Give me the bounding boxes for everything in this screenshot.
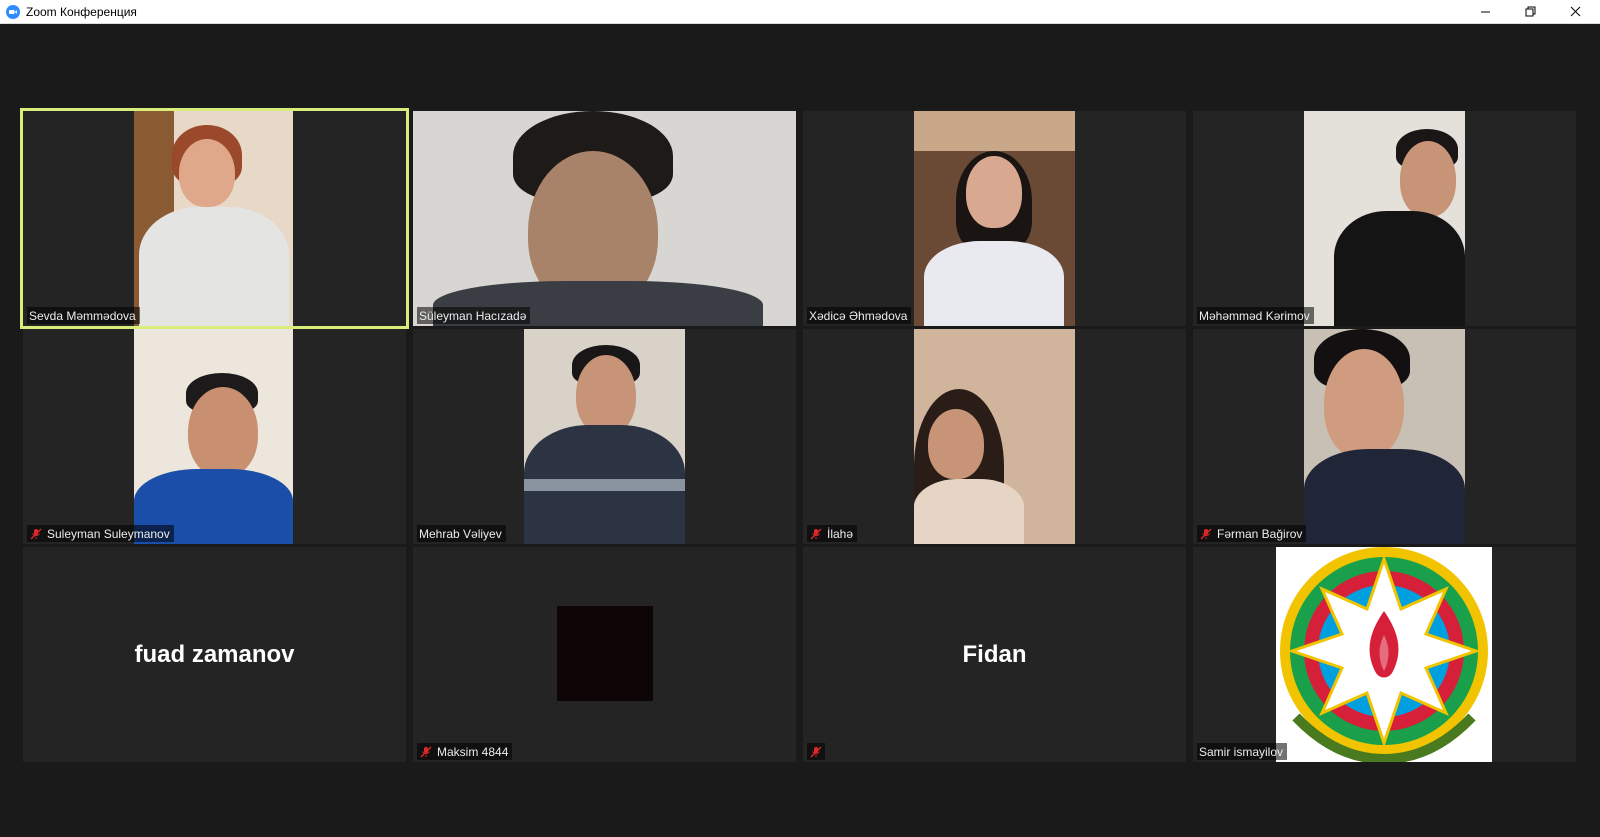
participant-name-label: Suleyman Suleymanov [27, 525, 174, 542]
participant-video [1276, 547, 1492, 762]
participant-name-label: Süleyman Hacızadə [417, 307, 531, 324]
participant-name-label: Samir ismayilov [1197, 743, 1288, 760]
participant-name-label: Sevda Məmmədova [27, 307, 140, 324]
zoom-logo-icon [6, 4, 20, 19]
participant-tile[interactable]: Fidan [803, 547, 1186, 762]
close-button[interactable] [1552, 0, 1598, 23]
restore-button[interactable] [1507, 0, 1553, 23]
participant-tile[interactable]: Xədicə Əhmədova [803, 111, 1186, 326]
participant-name-label: Məhəmməd Kərimov [1197, 307, 1314, 324]
participant-tile[interactable]: Süleyman Hacızadə [413, 111, 796, 326]
participant-tile[interactable]: Maksim 4844 [413, 547, 796, 762]
window-title: Zoom Конференция [26, 4, 137, 19]
participant-video [914, 329, 1075, 544]
participant-name-label: Mehrab Vəliyev [417, 525, 506, 542]
participant-tile[interactable]: Samir ismayilov [1193, 547, 1576, 762]
participant-tile[interactable]: Mehrab Vəliyev [413, 329, 796, 544]
close-icon [1570, 6, 1580, 17]
participant-name-label [807, 743, 825, 760]
gallery-view: Sevda Məmmədova Süleyman Hacızadə Xədicə… [0, 24, 1600, 837]
participant-tile[interactable]: Məhəmməd Kərimov [1193, 111, 1576, 326]
muted-microphone-icon [809, 527, 823, 541]
participant-video [1304, 111, 1465, 326]
participant-video [557, 606, 653, 701]
azerbaijan-emblem-icon [1280, 547, 1488, 762]
participant-video [914, 111, 1075, 326]
participant-tile[interactable]: İlahə [803, 329, 1186, 544]
participant-name-label: Maksim 4844 [417, 743, 513, 760]
participant-video [134, 329, 293, 544]
minimize-icon [1480, 11, 1490, 13]
participant-tile[interactable]: Fərman Bağirov [1193, 329, 1576, 544]
participant-tile[interactable]: fuad zamanov [23, 547, 406, 762]
title-bar: Zoom Конференция [0, 0, 1600, 24]
participant-display-name: Fidan [962, 640, 1027, 668]
muted-microphone-icon [809, 745, 823, 759]
participant-display-name: fuad zamanov [134, 640, 295, 668]
muted-microphone-icon [29, 527, 43, 541]
minimize-button[interactable] [1462, 0, 1508, 23]
participant-tile[interactable]: Suleyman Suleymanov [23, 329, 406, 544]
participant-name-label: Fərman Bağirov [1197, 525, 1307, 542]
participant-name-label: Xədicə Əhmədova [807, 307, 912, 324]
participant-tile[interactable]: Sevda Məmmədova [20, 108, 409, 329]
participant-video [1304, 329, 1465, 544]
muted-microphone-icon [419, 745, 433, 759]
participant-video [413, 111, 796, 326]
participant-name-label: İlahə [807, 525, 858, 542]
participant-video [134, 111, 293, 326]
restore-icon [1525, 6, 1535, 17]
muted-microphone-icon [1199, 527, 1213, 541]
participant-video [524, 329, 685, 544]
